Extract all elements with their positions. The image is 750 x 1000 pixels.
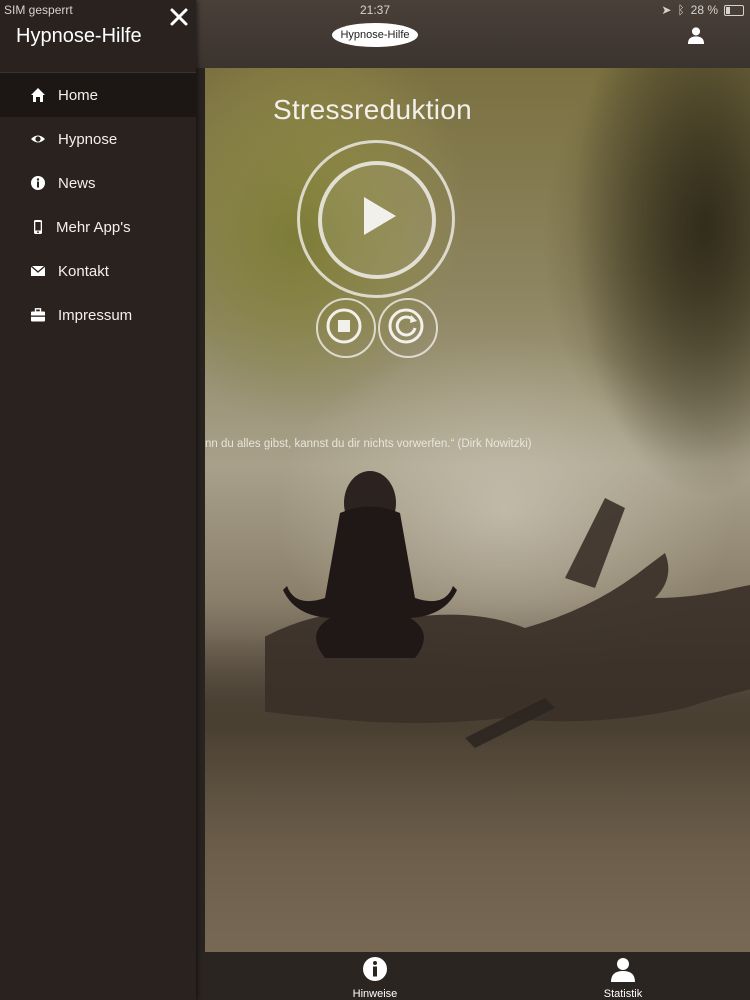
sidebar-item-hypnose[interactable]: Hypnose bbox=[0, 117, 196, 161]
sidebar-item-label: Home bbox=[58, 86, 99, 104]
user-icon bbox=[611, 958, 635, 982]
envelope-icon bbox=[30, 263, 46, 279]
battery-icon bbox=[724, 4, 744, 16]
reload-icon bbox=[388, 308, 424, 344]
tab-statistik-label: Statistik bbox=[603, 988, 643, 1000]
status-bar: SIM gesperrt 21:37 ➤ ᛒ 28 % bbox=[0, 0, 750, 20]
sidebar-item-impressum[interactable]: Impressum bbox=[0, 293, 196, 337]
briefcase-icon bbox=[30, 307, 46, 323]
info-icon bbox=[363, 957, 387, 981]
hero-background: Stressreduktion nn du alles gibst, kanns… bbox=[205, 68, 750, 952]
meditating-person-image bbox=[265, 471, 750, 748]
sidebar-item-label: Kontakt bbox=[58, 262, 109, 280]
bottom-tab-bar: Hinweise Statistik bbox=[196, 952, 750, 1000]
sidebar-item-label: News bbox=[58, 174, 96, 192]
tab-hinweise-label: Hinweise bbox=[352, 988, 398, 1000]
player-title: Stressreduktion bbox=[273, 94, 473, 125]
status-right: ➤ ᛒ 28 % bbox=[661, 3, 744, 17]
status-time: 21:37 bbox=[359, 3, 391, 17]
sidebar-menu: Home Hypnose News Mehr App's Kontakt Imp… bbox=[0, 73, 196, 337]
play-icon bbox=[364, 197, 396, 235]
sidebar-item-label: Mehr App's bbox=[56, 218, 131, 236]
tab-statistik[interactable]: Statistik bbox=[578, 956, 668, 1000]
sidebar-title: Hypnose-Hilfe bbox=[16, 25, 142, 47]
sidebar-item-label: Impressum bbox=[58, 306, 133, 324]
sidebar-item-news[interactable]: News bbox=[0, 161, 196, 205]
sidebar-item-mehr-apps[interactable]: Mehr App's bbox=[0, 205, 196, 249]
play-button[interactable] bbox=[297, 140, 455, 298]
info-icon bbox=[30, 175, 46, 191]
battery-percent: 28 % bbox=[690, 3, 718, 17]
app-logo[interactable]: Hypnose-Hilfe bbox=[332, 23, 418, 47]
eye-icon bbox=[30, 131, 46, 147]
reload-button[interactable] bbox=[378, 298, 438, 358]
location-icon: ➤ bbox=[661, 3, 672, 17]
tab-hinweise[interactable]: Hinweise bbox=[330, 956, 420, 1000]
phone-icon bbox=[30, 219, 46, 235]
sidebar-item-label: Hypnose bbox=[58, 130, 118, 148]
stop-icon bbox=[326, 308, 362, 344]
sidebar-item-kontakt[interactable]: Kontakt bbox=[0, 249, 196, 293]
sidebar-item-home[interactable]: Home bbox=[0, 73, 196, 117]
quote-text: nn du alles gibst, kannst du dir nichts … bbox=[205, 438, 532, 450]
home-icon bbox=[30, 87, 46, 103]
bluetooth-icon: ᛒ bbox=[677, 3, 685, 17]
stop-button[interactable] bbox=[316, 298, 376, 358]
sidebar: Hypnose-Hilfe Home Hypnose News Mehr App… bbox=[0, 0, 196, 1000]
user-icon[interactable] bbox=[687, 26, 705, 44]
